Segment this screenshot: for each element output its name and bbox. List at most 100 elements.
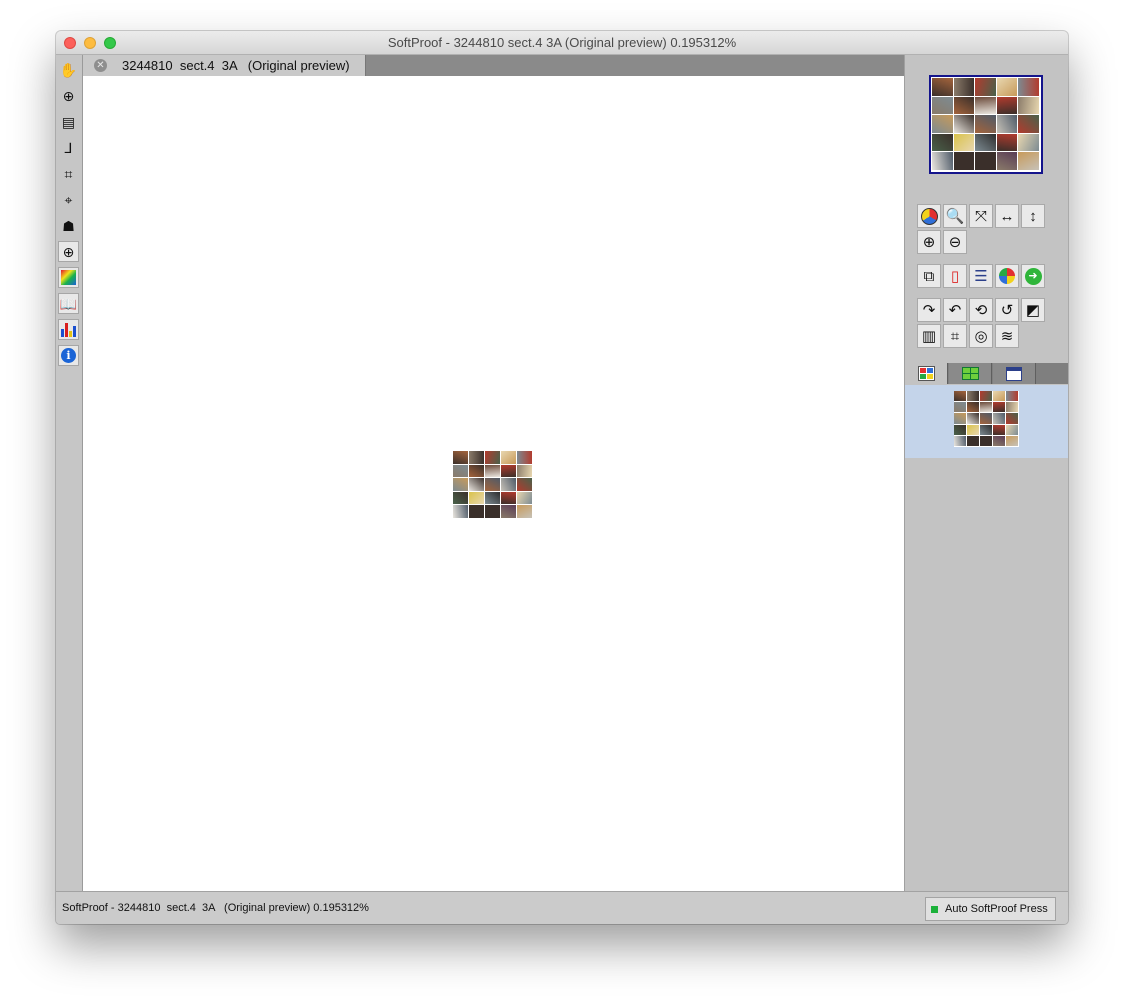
left-toolbar: ✋ ⊕ ▤ ⅃ ⌗ ⌖ ☗ ⊕ 📖 i [56, 55, 83, 891]
preview-canvas[interactable] [83, 76, 904, 891]
collage-cell [967, 413, 979, 424]
collage-cell [967, 436, 979, 446]
collage-cell [997, 97, 1017, 114]
measure-tool[interactable]: ⅃ [58, 137, 79, 158]
collage-cell [1018, 78, 1039, 96]
fit-width-button[interactable]: ↔ [995, 204, 1019, 228]
collage-cell [967, 391, 979, 401]
collage-cell [501, 478, 516, 491]
zoom-out-icon: ⊖ [948, 233, 962, 251]
collage-cell [1006, 436, 1018, 446]
densitometer-tool[interactable]: ⌖ [58, 189, 79, 210]
status-text: SoftProof - 3244810 sect.4 3A (Original … [62, 902, 369, 914]
tab-thumbnails[interactable] [905, 363, 948, 384]
collage-cell [1006, 425, 1018, 435]
collage-cell [517, 451, 532, 464]
color-lens-button[interactable] [917, 204, 941, 228]
rotate-right-button[interactable]: ↷ [917, 298, 941, 322]
collage-cell [954, 115, 974, 133]
collage-cell [993, 402, 1005, 412]
collage-cell [932, 97, 953, 114]
panel-tab-bar [905, 363, 1068, 384]
page-list-icon: ▤ [61, 113, 76, 130]
page-thumbnail [954, 391, 1019, 447]
page-magnify-icon: 🔍 [945, 207, 965, 225]
tab-list[interactable] [993, 363, 1036, 384]
collage-cell [932, 134, 953, 151]
collage-cell [975, 152, 996, 170]
tab-close-icon[interactable]: ✕ [94, 59, 107, 72]
color-wheel-button[interactable] [995, 264, 1019, 288]
rotate-left-button[interactable]: ↶ [943, 298, 967, 322]
histogram-tool[interactable] [58, 319, 79, 340]
info-icon: i [61, 348, 76, 363]
color-separation-tool[interactable] [58, 267, 79, 288]
navigator-preview[interactable] [929, 75, 1043, 174]
flip-button[interactable]: ⟲ [969, 298, 993, 322]
horizontal-arrows-icon: ↔ [999, 207, 1015, 225]
window-list-button[interactable]: ☰ [969, 264, 993, 288]
target-button[interactable]: ◎ [969, 324, 993, 348]
page-info-tool[interactable]: ▤ [58, 111, 79, 132]
negative-button[interactable]: ◩ [1021, 298, 1045, 322]
press-button-label: Auto SoftProof Press [945, 903, 1048, 915]
book-tool[interactable]: 📖 [58, 293, 79, 314]
collage-cell [469, 492, 484, 504]
hand-icon: ✋ [59, 61, 78, 78]
tab-signatures[interactable] [949, 363, 992, 384]
color-wheel-icon [999, 268, 1015, 284]
collage-cell [993, 436, 1005, 446]
book-icon: ▥ [921, 327, 937, 345]
title-bar[interactable]: SoftProof - 3244810 sect.4 3A (Original … [56, 31, 1068, 55]
collage-cell [1006, 391, 1018, 401]
collage-cell [980, 425, 992, 435]
collage-cell [993, 391, 1005, 401]
collage-cell [997, 78, 1017, 96]
collage-cell [954, 152, 974, 170]
collage-cell [993, 425, 1005, 435]
collage-cell [932, 152, 953, 170]
collage-cell [954, 134, 974, 151]
info-tool[interactable]: i [58, 345, 79, 366]
collage-cell [954, 391, 966, 401]
curve-arrow-right-icon: ↷ [922, 301, 936, 319]
reset-rotation-button[interactable]: ↺ [995, 298, 1019, 322]
overlay-button[interactable]: ⧉ [917, 264, 941, 288]
registration-tool[interactable]: ⊕ [58, 241, 79, 262]
crop-tool[interactable]: ⌗ [58, 163, 79, 184]
collage-cell [954, 78, 974, 96]
page-inspect-button[interactable]: 🔍 [943, 204, 967, 228]
collage-cell [453, 492, 468, 504]
next-button[interactable]: ➜ [1021, 264, 1045, 288]
vertical-arrows-icon: ↕ [1029, 207, 1037, 225]
collage-cell [501, 465, 516, 477]
pdf-page-button[interactable]: ▯ [943, 264, 967, 288]
hand-tool[interactable]: ✋ [58, 59, 79, 80]
zoom-in-button[interactable]: ⊕ [917, 230, 941, 254]
fit-height-button[interactable]: ↕ [1021, 204, 1045, 228]
collage-cell [485, 478, 500, 491]
auto-softproof-press-button[interactable]: Auto SoftProof Press [925, 897, 1056, 921]
collage-cell [517, 492, 532, 504]
curves-button[interactable]: ≋ [995, 324, 1019, 348]
window-icon: ☰ [974, 267, 988, 285]
book-view-button[interactable]: ▥ [917, 324, 941, 348]
collage-cell [469, 505, 484, 518]
collage-cell [1018, 115, 1039, 133]
color-lens-icon [920, 207, 938, 225]
document-tab[interactable]: ✕ 3244810 sect.4 3A (Original preview) [83, 55, 366, 76]
collage-cell [997, 152, 1017, 170]
list-window-icon [1006, 366, 1022, 381]
ink-tool[interactable]: ☗ [58, 215, 79, 236]
fit-window-button[interactable]: ⤧ [969, 204, 993, 228]
collage-cell [469, 465, 484, 477]
thumbnail-grid-icon [917, 366, 935, 381]
crop-marks-button[interactable]: ⌗ [943, 324, 967, 348]
collage-cell [517, 478, 532, 491]
zoom-tool[interactable]: ⊕ [58, 85, 79, 106]
collage-cell [954, 425, 966, 435]
page-list-selected-item[interactable] [905, 385, 1068, 458]
zoom-in-icon: ⊕ [62, 87, 75, 104]
zoom-out-button[interactable]: ⊖ [943, 230, 967, 254]
invert-icon: ◩ [1025, 301, 1041, 319]
